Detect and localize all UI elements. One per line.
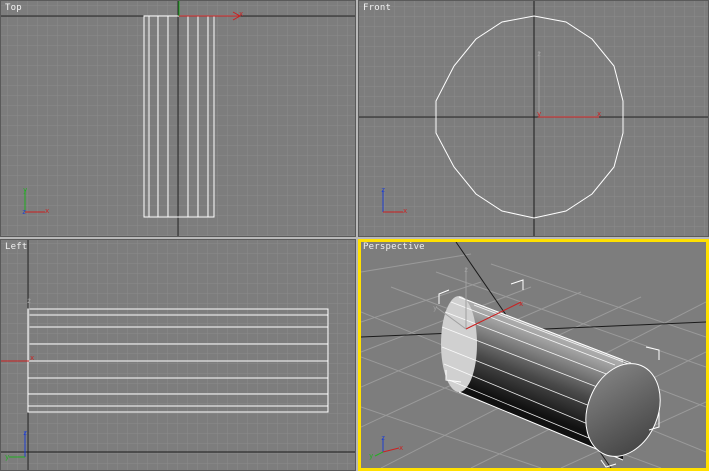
svg-text:z: z (27, 297, 31, 305)
viewport-front[interactable]: z y x z x Front (358, 0, 709, 237)
svg-text:z: z (464, 266, 468, 274)
svg-text:z: z (23, 429, 27, 437)
viewport-left-canvas[interactable]: z x z y (1, 240, 356, 471)
viewport-perspective[interactable]: z x y z x y Perspective (358, 239, 709, 471)
viewport-top[interactable]: x y x z Top (0, 0, 356, 237)
svg-text:x: x (597, 110, 601, 118)
svg-text:y: y (5, 453, 9, 461)
svg-text:z: z (537, 50, 541, 58)
grid (1, 240, 355, 470)
svg-text:z: z (381, 434, 385, 442)
svg-text:x: x (519, 300, 523, 308)
viewport-label-front[interactable]: Front (363, 3, 391, 13)
svg-text:y: y (537, 110, 541, 118)
svg-text:x: x (45, 207, 49, 215)
cylinder-object[interactable] (441, 296, 673, 468)
svg-text:x: x (403, 207, 407, 215)
svg-text:y: y (23, 186, 27, 194)
axis-tripod: z x y (369, 434, 403, 460)
viewport-label-left[interactable]: Left (5, 242, 27, 252)
viewport-perspective-canvas[interactable]: z x y z x y (361, 242, 706, 468)
svg-text:z: z (22, 208, 26, 216)
viewport-label-top[interactable]: Top (5, 3, 22, 13)
viewport-left[interactable]: z x z y Left (0, 239, 356, 471)
svg-text:x: x (399, 444, 403, 452)
viewport-front-canvas[interactable]: z y x z x (359, 1, 709, 237)
viewport-label-perspective[interactable]: Perspective (363, 242, 425, 252)
svg-text:y: y (433, 304, 437, 312)
viewport-top-canvas[interactable]: x y x z (1, 1, 356, 237)
svg-text:x: x (239, 10, 243, 18)
svg-text:x: x (30, 354, 34, 362)
svg-text:y: y (369, 452, 373, 460)
svg-text:z: z (381, 186, 385, 194)
